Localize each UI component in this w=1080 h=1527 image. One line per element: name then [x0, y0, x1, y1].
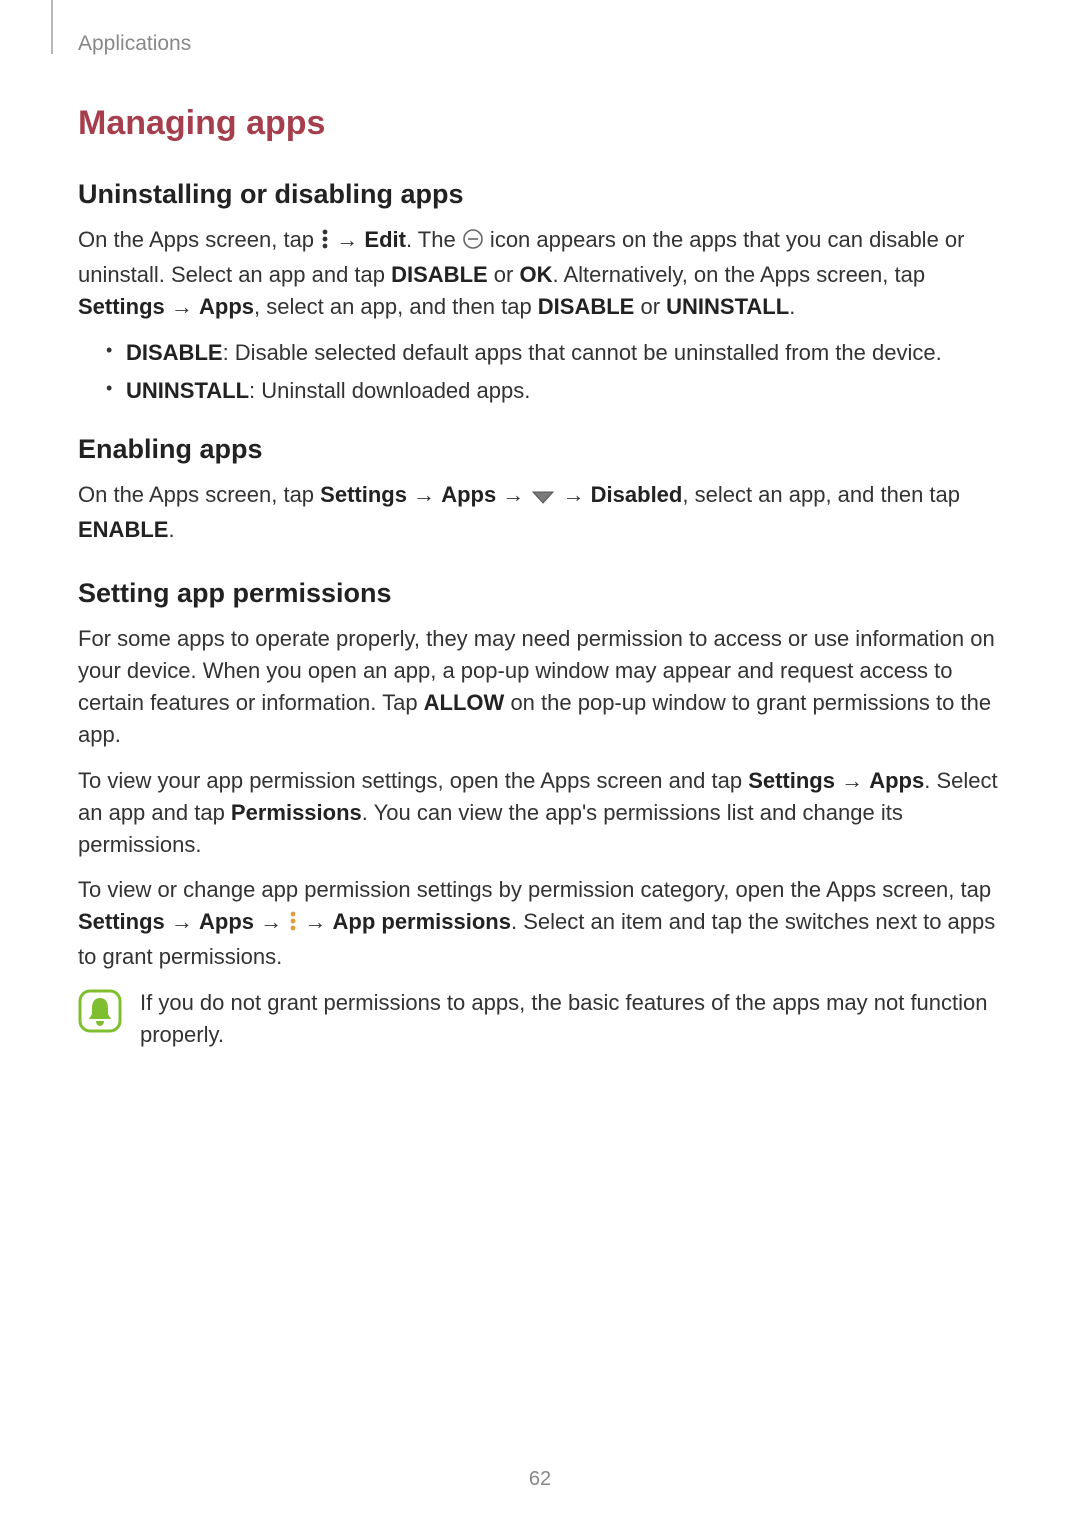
list-item: UNINSTALL: Uninstall downloaded apps.: [106, 375, 1002, 407]
text: .: [789, 294, 795, 319]
text: . The: [406, 227, 462, 252]
note-callout: If you do not grant permissions to apps,…: [78, 987, 1002, 1051]
section-heading-uninstalling: Uninstalling or disabling apps: [78, 179, 1002, 210]
label-settings: Settings: [78, 294, 165, 319]
text: →: [496, 482, 530, 507]
more-options-icon: [288, 909, 298, 941]
text: To view or change app permission setting…: [78, 877, 991, 902]
label-disable-bullet: DISABLE: [126, 340, 223, 365]
label-ok: OK: [519, 262, 552, 287]
text: or: [634, 294, 666, 319]
text: . Alternatively, on the Apps screen, tap: [552, 262, 925, 287]
text: →: [165, 909, 199, 934]
label-apps: Apps: [199, 294, 254, 319]
text: : Uninstall downloaded apps.: [249, 378, 530, 403]
section-heading-permissions: Setting app permissions: [78, 578, 1002, 609]
label-settings: Settings: [78, 909, 165, 934]
paragraph-permissions-2: To view your app permission settings, op…: [78, 765, 1002, 861]
paragraph-permissions-3: To view or change app permission setting…: [78, 874, 1002, 973]
page-number: 62: [0, 1468, 1080, 1491]
paragraph-permissions-1: For some apps to operate properly, they …: [78, 623, 1002, 751]
text: On the Apps screen, tap: [78, 482, 320, 507]
label-app-permissions: App permissions: [333, 909, 511, 934]
label-settings: Settings: [320, 482, 407, 507]
header-section-label: Applications: [78, 32, 1002, 56]
label-disable: DISABLE: [391, 262, 488, 287]
text: →: [298, 909, 332, 934]
text: →: [254, 909, 288, 934]
more-options-icon: [320, 227, 330, 259]
page-title: Managing apps: [78, 104, 1002, 143]
text: , select an app, and then tap: [682, 482, 960, 507]
label-uninstall: UNINSTALL: [666, 294, 789, 319]
paragraph-enabling-1: On the Apps screen, tap Settings → Apps …: [78, 479, 1002, 546]
bell-note-icon: [78, 989, 122, 1033]
label-disabled: Disabled: [591, 482, 683, 507]
note-text: If you do not grant permissions to apps,…: [140, 987, 1002, 1051]
label-permissions: Permissions: [231, 800, 362, 825]
document-page: Applications Managing apps Uninstalling …: [0, 0, 1080, 1527]
label-apps: Apps: [869, 768, 924, 793]
text: .: [168, 517, 174, 542]
paragraph-uninstalling-1: On the Apps screen, tap → Edit. The icon…: [78, 224, 1002, 323]
label-uninstall-bullet: UNINSTALL: [126, 378, 249, 403]
label-settings: Settings: [748, 768, 835, 793]
label-apps: Apps: [441, 482, 496, 507]
text: To view your app permission settings, op…: [78, 768, 748, 793]
label-edit: Edit: [364, 227, 406, 252]
label-disable-2: DISABLE: [538, 294, 635, 319]
text: : Disable selected default apps that can…: [223, 340, 942, 365]
text: , select an app, and then tap: [254, 294, 538, 319]
minus-circle-icon: [462, 227, 484, 259]
text: →: [165, 294, 199, 319]
header-rule: [51, 0, 53, 54]
bullet-list-uninstall: DISABLE: Disable selected default apps t…: [78, 337, 1002, 407]
dropdown-arrow-icon: [530, 482, 556, 514]
text: →: [407, 482, 441, 507]
text: On the Apps screen, tap: [78, 227, 320, 252]
text: →: [330, 227, 364, 252]
section-heading-enabling: Enabling apps: [78, 434, 1002, 465]
label-enable: ENABLE: [78, 517, 168, 542]
text: or: [488, 262, 520, 287]
label-apps: Apps: [199, 909, 254, 934]
list-item: DISABLE: Disable selected default apps t…: [106, 337, 1002, 369]
text: →: [835, 768, 869, 793]
label-allow: ALLOW: [424, 690, 505, 715]
text: →: [556, 482, 590, 507]
